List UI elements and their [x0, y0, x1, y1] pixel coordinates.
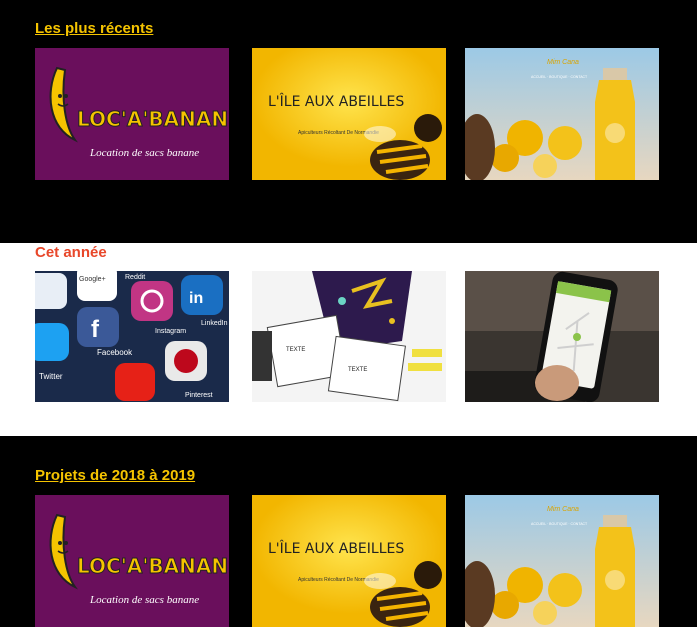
section-title-link[interactable]: Projets de 2018 à 2019 — [35, 467, 195, 484]
svg-text:L'ÎLE AUX ABEILLES: L'ÎLE AUX ABEILLES — [268, 92, 404, 110]
section-2018-2019: Projets de 2018 à 2019 LOC'A'BANANE Loca… — [0, 436, 697, 627]
project-tile-map-app[interactable] — [465, 271, 659, 402]
svg-text:Location de sacs banane: Location de sacs banane — [89, 147, 199, 159]
svg-text:L'ÎLE AUX ABEILLES: L'ÎLE AUX ABEILLES — [268, 539, 404, 557]
project-tile-ile-aux-abeilles[interactable]: L'ÎLE AUX ABEILLES Apiculteurs Récoltant… — [252, 495, 446, 627]
section-title: Cet année — [35, 244, 107, 261]
svg-text:Pinterest: Pinterest — [185, 392, 213, 399]
svg-text:in: in — [189, 290, 203, 307]
phone-map-app-icon — [465, 271, 659, 402]
svg-text:TEXTE: TEXTE — [348, 367, 367, 373]
svg-text:LOC'A'BANANE: LOC'A'BANANE — [77, 554, 229, 578]
svg-text:Mim Cana: Mim Cana — [547, 59, 579, 66]
svg-text:LinkedIn: LinkedIn — [201, 320, 228, 327]
svg-text:Google+: Google+ — [79, 276, 106, 283]
project-tile-mim-cana[interactable]: Mim Cana ACCUEIL · BOUTIQUE · CONTACT — [465, 495, 659, 627]
section-this-year: Cet année in f Twitter Facebook Instagra… — [0, 243, 697, 436]
svg-text:Facebook: Facebook — [97, 348, 133, 357]
svg-text:Twitter: Twitter — [39, 372, 63, 381]
section-recent: Les plus récents LOC'A'BANANE Location d… — [0, 0, 697, 243]
svg-text:Mim Cana: Mim Cana — [547, 506, 579, 513]
storyboard-sketches-icon: TEXTE TEXTE — [252, 271, 446, 402]
project-tile-mim-cana[interactable]: Mim Cana ACCUEIL · BOUTIQUE · CONTACT — [465, 48, 659, 180]
project-tile-locabanane[interactable]: LOC'A'BANANE Location de sacs banane — [35, 495, 229, 627]
bee-icon: L'ÎLE AUX ABEILLES Apiculteurs Récoltant… — [252, 48, 446, 180]
project-tile-storyboard[interactable]: TEXTE TEXTE — [252, 271, 446, 402]
banana-logo-icon: LOC'A'BANANE Location de sacs banane — [35, 48, 229, 180]
social-media-apps-icon: in f Twitter Facebook Instagram LinkedIn… — [35, 271, 229, 402]
project-tile-social-media[interactable]: in f Twitter Facebook Instagram LinkedIn… — [35, 271, 229, 402]
svg-text:LOC'A'BANANE: LOC'A'BANANE — [77, 107, 229, 131]
juice-bottle-icon: Mim Cana ACCUEIL · BOUTIQUE · CONTACT — [465, 495, 659, 627]
svg-text:Instagram: Instagram — [155, 328, 186, 335]
svg-text:TEXTE: TEXTE — [286, 347, 305, 353]
svg-text:ACCUEIL · BOUTIQUE · CONTACT: ACCUEIL · BOUTIQUE · CONTACT — [531, 75, 588, 79]
svg-text:Reddit: Reddit — [125, 274, 145, 281]
svg-text:Location de sacs banane: Location de sacs banane — [89, 594, 199, 606]
svg-text:ACCUEIL · BOUTIQUE · CONTACT: ACCUEIL · BOUTIQUE · CONTACT — [531, 522, 588, 526]
juice-bottle-icon: Mim Cana ACCUEIL · BOUTIQUE · CONTACT — [465, 48, 659, 180]
project-tile-locabanane[interactable]: LOC'A'BANANE Location de sacs banane — [35, 48, 229, 180]
section-title-link[interactable]: Les plus récents — [35, 20, 153, 37]
banana-logo-icon: LOC'A'BANANE Location de sacs banane — [35, 495, 229, 627]
project-tile-ile-aux-abeilles[interactable]: L'ÎLE AUX ABEILLES Apiculteurs Récoltant… — [252, 48, 446, 180]
svg-text:f: f — [91, 316, 100, 343]
bee-icon: L'ÎLE AUX ABEILLES Apiculteurs Récoltant… — [252, 495, 446, 627]
